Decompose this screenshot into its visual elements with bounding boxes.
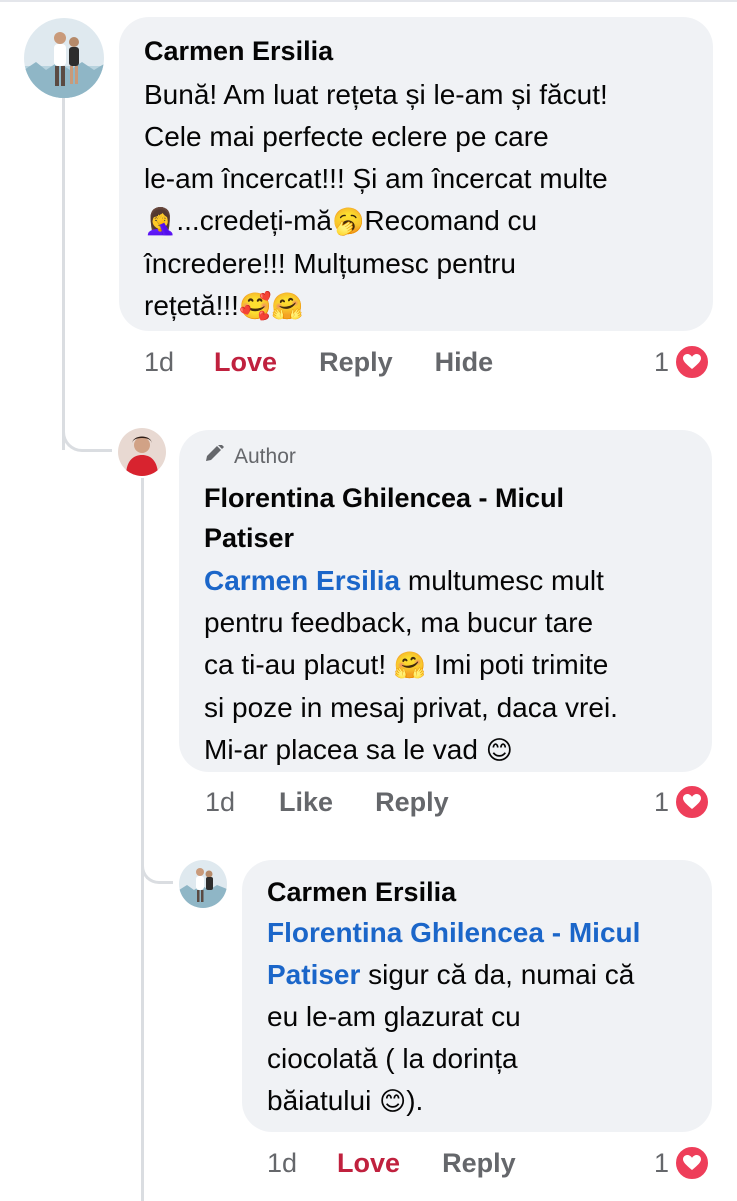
mention-link[interactable]: Carmen Ersilia <box>204 565 400 596</box>
reaction-count: 1 <box>654 1147 670 1178</box>
hug-emoji: 🤗 <box>271 292 304 322</box>
hug-emoji: 🤗 <box>393 651 427 681</box>
hide-button[interactable]: Hide <box>435 347 494 378</box>
timestamp[interactable]: 1d <box>144 347 174 378</box>
reply-button[interactable]: Reply <box>319 347 393 378</box>
reply-button[interactable]: Reply <box>442 1148 516 1179</box>
comment-bubble: Author Florentina Ghilencea - Micul Pati… <box>179 430 712 772</box>
love-face-emoji: 🥰 <box>238 292 272 322</box>
yawn-emoji: 🥱 <box>331 207 365 237</box>
reply-button[interactable]: Reply <box>375 787 449 818</box>
timestamp[interactable]: 1d <box>205 787 235 818</box>
smile-emoji: 😊 <box>379 1087 407 1117</box>
thread-connector <box>141 860 173 884</box>
comment-bubble: Carmen Ersilia Florentina Ghilencea - Mi… <box>242 860 712 1132</box>
heart-icon <box>673 783 712 821</box>
pencil-icon <box>204 443 226 470</box>
thread-line <box>62 98 65 450</box>
thread-connector <box>62 430 112 452</box>
reaction-count: 1 <box>654 346 670 377</box>
love-button[interactable]: Love <box>214 347 277 378</box>
smile-emoji: 😊 <box>485 736 513 766</box>
love-button[interactable]: Love <box>337 1148 400 1179</box>
timestamp[interactable]: 1d <box>267 1148 297 1179</box>
reaction-summary[interactable]: 1 <box>654 1143 712 1183</box>
comment-text: Carmen Ersilia multumesc mult pentru fee… <box>204 565 618 766</box>
comment-actions: 1d Love Reply Hide <box>144 342 493 382</box>
comment-author[interactable]: Carmen Ersilia <box>144 35 688 67</box>
heart-icon <box>673 343 712 381</box>
comment-author[interactable]: Carmen Ersilia <box>267 876 687 908</box>
avatar[interactable] <box>24 18 104 98</box>
heart-icon <box>673 1144 712 1182</box>
facepalm-emoji: 🤦‍♀️ <box>144 207 177 237</box>
author-badge: Author <box>204 443 687 470</box>
reaction-summary[interactable]: 1 <box>654 342 712 382</box>
reaction-summary[interactable]: 1 <box>654 782 712 822</box>
comment-actions: 1d Like Reply <box>205 782 449 822</box>
comment-text: Bună! Am luat rețeta și le-am și făcut! … <box>144 79 608 322</box>
mention-link[interactable]: Patiser <box>267 959 360 990</box>
comment-author[interactable]: Florentina Ghilencea - Micul Patiser <box>204 478 687 558</box>
mention-link[interactable]: Florentina Ghilencea - Micul <box>267 912 687 954</box>
like-button[interactable]: Like <box>279 787 333 818</box>
reaction-count: 1 <box>654 786 670 817</box>
comment-actions: 1d Love Reply <box>267 1143 516 1183</box>
top-divider <box>0 0 737 2</box>
avatar[interactable] <box>118 428 166 476</box>
comment-text: Florentina Ghilencea - Micul Patiser sig… <box>267 912 687 1123</box>
avatar[interactable] <box>179 860 227 908</box>
comment-bubble: Carmen Ersilia Bună! Am luat rețeta și l… <box>119 17 713 331</box>
thread-line <box>141 478 144 1201</box>
